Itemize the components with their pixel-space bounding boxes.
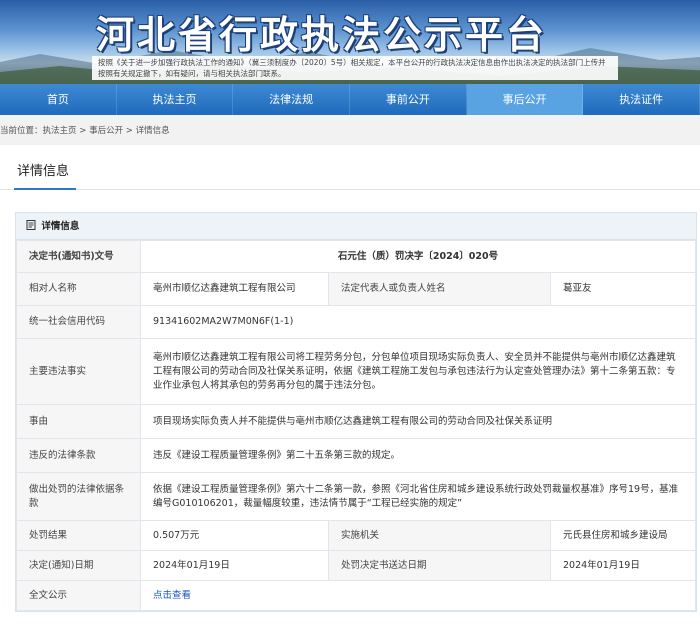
result-value: 0.507万元 (140, 520, 329, 551)
panel-header: 详情信息 (16, 213, 696, 240)
reason-value: 项目现场实际负责人并不能提供与亳州市顺亿达鑫建筑工程有限公司的劳动合同及社保关系… (140, 404, 696, 439)
nav-item-home[interactable]: 首页 (0, 84, 117, 115)
document-icon (26, 220, 36, 230)
breadcrumb-separator: > (76, 126, 90, 136)
law-label: 违反的法律条款 (16, 438, 141, 473)
panel-title: 详情信息 (41, 221, 80, 232)
table-row: 处罚结果 0.507万元 实施机关 元氏县住房和城乡建设局 (16, 520, 696, 551)
date-value: 2024年01月19日 (140, 550, 329, 581)
party-value: 亳州市顺亿达鑫建筑工程有限公司 (140, 272, 329, 306)
law-value: 违反《建设工程质量管理条例》第二十五条第三款的规定。 (140, 438, 696, 473)
rep-value: 葛亚友 (550, 272, 696, 306)
full-text-label: 全文公示 (16, 580, 141, 611)
breadcrumb-link-post-disclosure[interactable]: 事后公开 (89, 126, 123, 136)
credit-code-label: 统一社会信用代码 (16, 305, 141, 339)
credit-code-value: 91341602MA2W7M0N6F(1-1) (140, 305, 696, 339)
facts-value: 亳州市顺亿达鑫建筑工程有限公司将工程劳务分包，分包单位项目现场实际负责人、安全员… (140, 338, 696, 405)
header-notice: 按照《关于进一步加强行政执法工作的通知》（冀三须制度办〔2020〕5号）相关规定… (92, 56, 618, 80)
title-underline (14, 188, 76, 190)
full-text-cell: 点击查看 (140, 580, 696, 611)
delivery-date-label: 处罚决定书送达日期 (328, 550, 551, 581)
table-row: 违反的法律条款 违反《建设工程质量管理条例》第二十五条第三款的规定。 (16, 438, 696, 473)
delivery-date-value: 2024年01月19日 (550, 550, 696, 581)
reason-label: 事由 (16, 404, 141, 439)
facts-label: 主要违法事实 (16, 338, 141, 405)
party-label: 相对人名称 (16, 272, 141, 306)
header-banner: 河北省行政执法公示平台 按照《关于进一步加强行政执法工作的通知》（冀三须制度办〔… (0, 0, 700, 84)
agency-value: 元氏县住房和城乡建设局 (550, 520, 696, 551)
table-row: 相对人名称 亳州市顺亿达鑫建筑工程有限公司 法定代表人或负责人姓名 葛亚友 (16, 272, 696, 306)
nav-item-certificates[interactable]: 执法证件 (583, 84, 700, 115)
doc-no-label: 决定书(通知书)文号 (16, 240, 141, 273)
main-nav: 首页 执法主页 法律法规 事前公开 事后公开 执法证件 (0, 84, 700, 115)
view-full-text-link[interactable]: 点击查看 (153, 590, 191, 601)
nav-item-laws[interactable]: 法律法规 (233, 84, 351, 115)
detail-panel: 详情信息 决定书(通知书)文号 石元住（质）罚决字〔2024〕020号 相对人名… (15, 212, 697, 612)
site-title: 河北省行政执法公示平台 (96, 12, 548, 57)
table-row: 事由 项目现场实际负责人并不能提供与亳州市顺亿达鑫建筑工程有限公司的劳动合同及社… (16, 404, 696, 439)
detail-card: 详情信息 详情信息 决定书(通知书)文号 石元住（质）罚决字〔2024〕020号… (0, 145, 700, 628)
breadcrumb-separator: > (123, 126, 136, 136)
breadcrumb-link-enforcement-home[interactable]: 执法主页 (43, 126, 77, 136)
doc-no-value: 石元住（质）罚决字〔2024〕020号 (140, 240, 696, 273)
date-label: 决定(通知)日期 (16, 550, 141, 581)
breadcrumb: 当前位置：执法主页 > 事后公开 > 详情信息 (0, 124, 170, 140)
table-row: 统一社会信用代码 91341602MA2W7M0N6F(1-1) (16, 305, 696, 339)
nav-item-enforcement-home[interactable]: 执法主页 (117, 84, 234, 115)
agency-label: 实施机关 (328, 520, 551, 551)
table-row: 决定(通知)日期 2024年01月19日 处罚决定书送达日期 2024年01月1… (16, 550, 696, 581)
table-row: 决定书(通知书)文号 石元住（质）罚决字〔2024〕020号 (16, 240, 696, 273)
page-title: 详情信息 (17, 164, 70, 179)
detail-table: 决定书(通知书)文号 石元住（质）罚决字〔2024〕020号 相对人名称 亳州市… (16, 240, 696, 611)
breadcrumb-current: 详情信息 (135, 126, 170, 136)
basis-label: 做出处罚的法律依据条款 (16, 472, 141, 521)
result-label: 处罚结果 (16, 520, 141, 551)
nav-item-pre-disclosure[interactable]: 事前公开 (350, 84, 467, 115)
table-row: 做出处罚的法律依据条款 依据《建设工程质量管理条例》第六十二条第一款，参照《河北… (16, 472, 696, 521)
nav-item-post-disclosure[interactable]: 事后公开 (466, 84, 584, 115)
table-row: 主要违法事实 亳州市顺亿达鑫建筑工程有限公司将工程劳务分包，分包单位项目现场实际… (16, 338, 696, 405)
rep-label: 法定代表人或负责人姓名 (328, 272, 551, 306)
basis-value: 依据《建设工程质量管理条例》第六十二条第一款，参照《河北省住房和城乡建设系统行政… (140, 472, 696, 521)
breadcrumb-prefix: 当前位置： (0, 126, 43, 136)
card-header: 详情信息 (0, 145, 700, 190)
table-row: 全文公示 点击查看 (16, 580, 696, 611)
